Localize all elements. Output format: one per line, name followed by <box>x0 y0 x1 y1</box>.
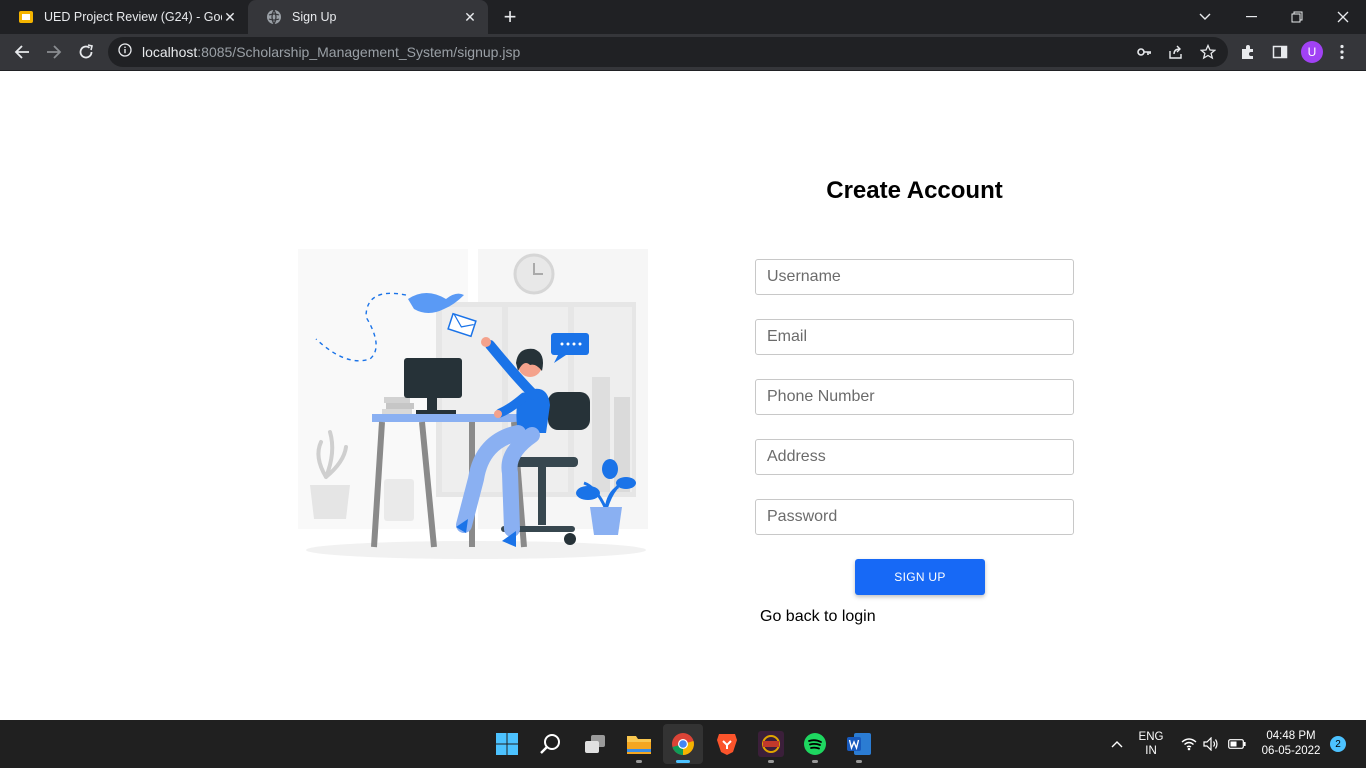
bookmark-star-icon[interactable] <box>1198 42 1218 62</box>
signup-page: Create Account SIGN UP Go back to login <box>0 71 1366 720</box>
forward-arrow-icon[interactable] <box>40 38 68 66</box>
tab-title: UED Project Review (G24) - Goog <box>44 10 222 24</box>
browser-toolbar: localhost:8085/Scholarship_Management_Sy… <box>0 34 1366 71</box>
notification-badge[interactable]: 2 <box>1330 736 1346 752</box>
url-text: localhost:8085/Scholarship_Management_Sy… <box>142 44 520 60</box>
phone-number-input[interactable] <box>755 379 1074 415</box>
email-input[interactable] <box>755 319 1074 355</box>
url-host: localhost <box>142 44 198 60</box>
running-indicator <box>856 760 862 763</box>
running-indicator <box>768 760 774 763</box>
share-icon[interactable] <box>1166 42 1186 62</box>
search-icon[interactable] <box>531 724 571 764</box>
extensions-puzzle-icon[interactable] <box>1238 42 1258 62</box>
tab-ued-project-review[interactable]: UED Project Review (G24) - Goog ✕ <box>0 0 248 34</box>
clock-date: 06-05-2022 <box>1261 745 1321 757</box>
show-hidden-icons-chevron-icon[interactable] <box>1106 720 1128 768</box>
close-icon[interactable]: ✕ <box>222 9 238 26</box>
address-bar[interactable]: localhost:8085/Scholarship_Management_Sy… <box>108 37 1228 67</box>
key-icon[interactable] <box>1134 42 1154 62</box>
restore-icon[interactable] <box>1274 0 1320 34</box>
tab-search-chevron-icon[interactable] <box>1182 0 1228 34</box>
clock[interactable]: 04:48 PM 06-05-2022 <box>1252 720 1330 768</box>
chrome-icon[interactable] <box>663 724 703 764</box>
word-icon[interactable] <box>839 724 879 764</box>
language-region: IN <box>1145 745 1157 757</box>
globe-icon <box>266 9 282 25</box>
spotify-icon[interactable] <box>795 724 835 764</box>
task-view-icon[interactable] <box>575 724 615 764</box>
site-info-icon[interactable] <box>118 42 132 62</box>
running-indicator <box>812 760 818 763</box>
brave-icon[interactable] <box>707 724 747 764</box>
new-tab-button[interactable]: + <box>498 5 522 29</box>
running-indicator <box>676 760 690 763</box>
game-icon[interactable] <box>751 724 791 764</box>
close-icon[interactable]: ✕ <box>462 9 478 26</box>
profile-avatar[interactable]: U <box>1301 41 1323 63</box>
language-code: ENG <box>1138 731 1164 743</box>
running-indicator <box>636 760 642 763</box>
tab-title: Sign Up <box>292 10 337 24</box>
windows-start-icon[interactable] <box>487 724 527 764</box>
sign-up-button[interactable]: SIGN UP <box>855 559 985 595</box>
wifi-icon[interactable] <box>1180 720 1198 768</box>
file-explorer-icon[interactable] <box>619 724 659 764</box>
side-panel-icon[interactable] <box>1270 42 1290 62</box>
office-worker-illustration <box>298 249 648 559</box>
username-input[interactable] <box>755 259 1074 295</box>
url-path: :8085/Scholarship_Management_System/sign… <box>197 44 521 60</box>
clock-time: 04:48 PM <box>1266 730 1316 742</box>
volume-icon[interactable] <box>1202 720 1220 768</box>
slides-icon <box>18 9 34 25</box>
back-to-login-link[interactable]: Go back to login <box>760 608 876 626</box>
language-indicator[interactable]: ENG IN <box>1134 720 1168 768</box>
browser-tab-bar: UED Project Review (G24) - Goog ✕ Sign U… <box>0 0 1366 34</box>
window-close-icon[interactable] <box>1320 0 1366 34</box>
tab-sign-up[interactable]: Sign Up ✕ <box>248 0 488 34</box>
back-arrow-icon[interactable] <box>8 38 36 66</box>
reload-icon[interactable] <box>72 38 100 66</box>
address-input[interactable] <box>755 439 1074 475</box>
page-title: Create Account <box>826 177 1003 204</box>
password-input[interactable] <box>755 499 1074 535</box>
battery-icon[interactable] <box>1226 720 1248 768</box>
menu-kebab-icon[interactable] <box>1332 42 1352 62</box>
windows-taskbar: ENG IN 04:48 PM 06-05-2022 <box>0 720 1366 768</box>
minimize-icon[interactable] <box>1228 0 1274 34</box>
